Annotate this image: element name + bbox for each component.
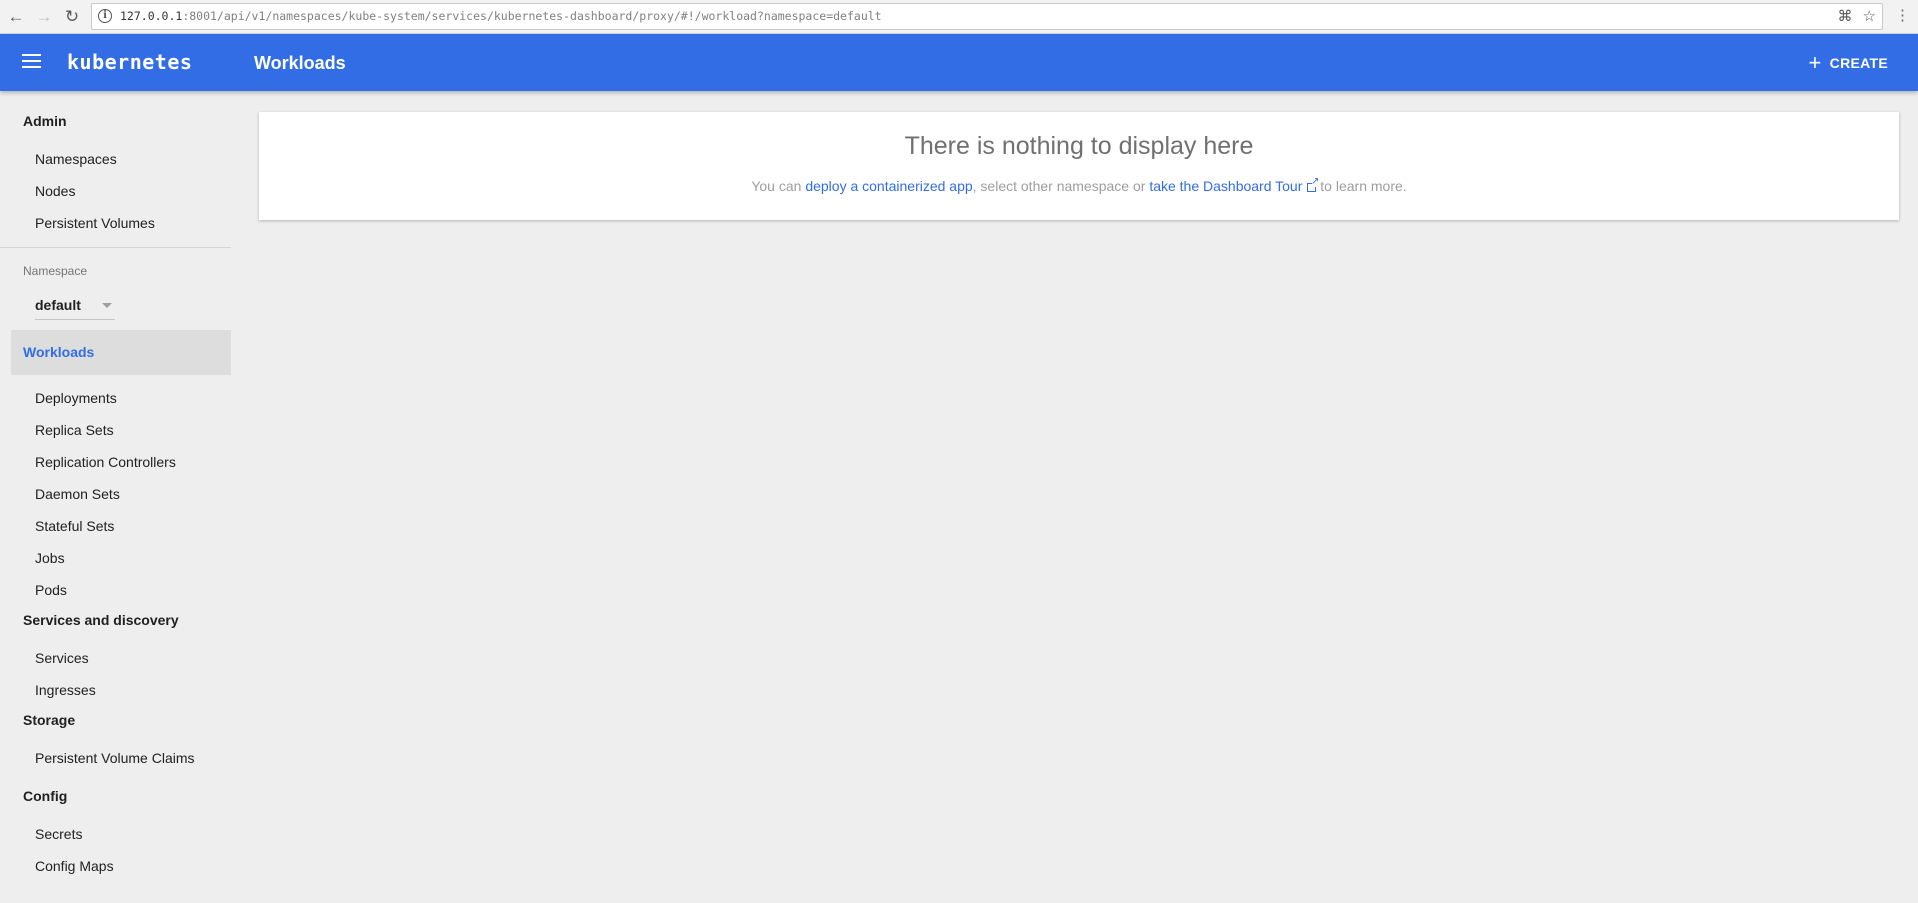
dashboard-tour-link[interactable]: take the Dashboard Tour <box>1149 177 1319 194</box>
back-button[interactable]: ← <box>5 6 27 28</box>
sidebar-item-replication-controllers[interactable]: Replication Controllers <box>35 454 176 470</box>
message-text-2: , select other namespace or <box>972 178 1150 194</box>
reload-icon: ↻ <box>64 7 80 26</box>
sidebar-nav: Admin Namespaces Nodes Persistent Volume… <box>0 91 231 903</box>
site-info-icon[interactable]: i <box>98 9 112 23</box>
sidebar-item-nodes[interactable]: Nodes <box>35 183 75 199</box>
sidebar-item-persistent-volume-claims[interactable]: Persistent Volume Claims <box>35 750 195 766</box>
sidebar-item-config-maps[interactable]: Config Maps <box>35 858 114 874</box>
sidebar-item-deployments[interactable]: Deployments <box>35 390 117 406</box>
sidebar-heading-admin[interactable]: Admin <box>23 113 67 129</box>
namespace-select[interactable]: default <box>35 295 115 320</box>
app-toolbar: kubernetes Workloads + CREATE <box>0 34 1918 91</box>
bookmark-star-icon[interactable]: ☆ <box>1863 7 1876 26</box>
sidebar-heading-services[interactable]: Services and discovery <box>23 612 179 628</box>
empty-state-title: There is nothing to display here <box>904 132 1254 160</box>
sidebar-item-workloads[interactable]: Workloads <box>11 330 231 375</box>
url-text[interactable]: 127.0.0.1:8001/api/v1/namespaces/kube-sy… <box>120 9 882 23</box>
create-button[interactable]: + CREATE <box>1809 50 1888 76</box>
hamburger-menu-icon[interactable] <box>22 54 41 68</box>
plus-icon: + <box>1808 50 1822 75</box>
namespace-label: Namespace <box>23 264 88 278</box>
create-label: CREATE <box>1829 55 1888 71</box>
address-bar[interactable]: i 127.0.0.1:8001/api/v1/namespaces/kube-… <box>91 3 1883 30</box>
sidebar-item-ingresses[interactable]: Ingresses <box>35 682 96 698</box>
browser-toolbar: ← → ↻ i 127.0.0.1:8001/api/v1/namespaces… <box>0 0 1918 34</box>
namespace-value: default <box>35 297 81 313</box>
dropdown-caret-icon <box>102 303 112 308</box>
back-arrow-icon: ← <box>7 7 25 26</box>
empty-state-card: There is nothing to display here You can… <box>259 112 1899 220</box>
brand-logo[interactable]: kubernetes <box>67 50 192 74</box>
sidebar-item-daemon-sets[interactable]: Daemon Sets <box>35 486 120 502</box>
browser-menu-icon[interactable]: ⋮ <box>1895 8 1910 23</box>
page-title: Workloads <box>254 53 346 73</box>
url-path: :8001/api/v1/namespaces/kube-system/serv… <box>182 9 882 23</box>
translate-icon[interactable]: ⌘ <box>1838 7 1853 26</box>
reload-button[interactable]: ↻ <box>61 6 83 28</box>
sidebar-item-stateful-sets[interactable]: Stateful Sets <box>35 518 114 534</box>
forward-arrow-icon: → <box>35 7 53 26</box>
deploy-app-link[interactable]: deploy a containerized app <box>805 178 972 194</box>
sidebar-item-workloads-label: Workloads <box>23 344 95 360</box>
sidebar-item-secrets[interactable]: Secrets <box>35 826 82 842</box>
sidebar-heading-config[interactable]: Config <box>23 788 67 804</box>
empty-state-message: You can deploy a containerized app, sele… <box>259 177 1899 194</box>
sidebar-item-replica-sets[interactable]: Replica Sets <box>35 422 114 438</box>
sidebar-item-services[interactable]: Services <box>35 650 89 666</box>
url-host: 127.0.0.1 <box>120 9 183 23</box>
sidebar-item-persistent-volumes[interactable]: Persistent Volumes <box>35 215 155 231</box>
sidebar-divider <box>0 247 231 248</box>
dashboard-tour-label: take the Dashboard Tour <box>1149 178 1303 194</box>
sidebar-item-jobs[interactable]: Jobs <box>35 550 65 566</box>
sidebar-heading-storage[interactable]: Storage <box>23 712 75 728</box>
message-text-3: to learn more. <box>1316 178 1407 194</box>
sidebar-item-namespaces[interactable]: Namespaces <box>35 151 117 167</box>
external-link-icon <box>1307 177 1319 192</box>
sidebar-item-pods[interactable]: Pods <box>35 582 67 598</box>
forward-button[interactable]: → <box>33 6 55 28</box>
message-text-1: You can <box>751 178 806 194</box>
